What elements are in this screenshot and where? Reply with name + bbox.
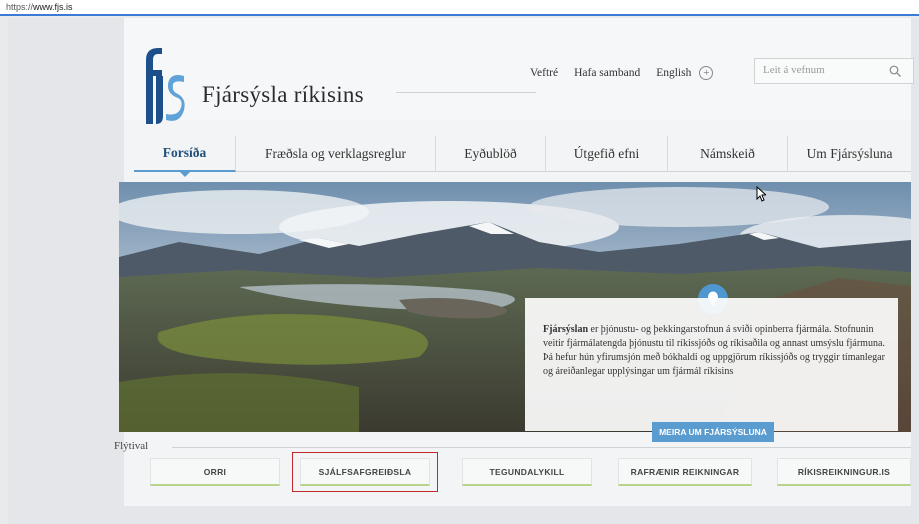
info-body: er þjónustu- og þekkingarstofnun á sviði… xyxy=(543,324,885,377)
search-icon[interactable] xyxy=(889,65,901,77)
url-prefix: https:// xyxy=(6,2,34,12)
main-nav: Forsíða Fræðsla og verklagsreglur Eyðubl… xyxy=(134,136,911,177)
address-bar[interactable]: https://www.fjs.is xyxy=(0,0,919,16)
header-divider xyxy=(396,92,536,93)
header: Fjársýsla ríkisins Veftré Hafa samband E… xyxy=(124,18,914,124)
url-domain: www.fjs.is xyxy=(33,2,73,12)
fjs-logo-icon[interactable] xyxy=(138,46,186,124)
nav-item-namskeid[interactable]: Námskeið xyxy=(668,136,788,172)
nav-item-utgefid-efni[interactable]: Útgefið efni xyxy=(546,136,668,172)
selection-highlight xyxy=(292,452,438,492)
nav-item-fraedsla[interactable]: Fræðsla og verklagsreglur xyxy=(236,136,436,172)
quick-button-rafraenir-reikningar[interactable]: RAFRÆNIR REIKNINGAR xyxy=(618,458,752,486)
quick-button-tegundalykill[interactable]: TEGUNDALYKILL xyxy=(462,458,592,486)
search-input[interactable]: Leit á vefnum xyxy=(754,58,914,84)
mouse-cursor-icon xyxy=(756,186,766,202)
quick-button-rikisreikningur[interactable]: RÍKISREIKNINGUR.IS xyxy=(777,458,911,486)
quick-button-orri[interactable]: ORRI xyxy=(150,458,280,486)
quick-links-divider xyxy=(172,447,911,448)
info-lead: Fjársýslan xyxy=(543,324,588,335)
nav-item-forsida[interactable]: Forsíða xyxy=(134,136,236,177)
top-links: Veftré Hafa samband English + xyxy=(530,66,729,80)
quick-links-label: Flýtival xyxy=(114,440,149,452)
search-placeholder: Leit á vefnum xyxy=(763,64,825,76)
nav-item-eydublod[interactable]: Eyðublöð xyxy=(436,136,546,172)
sitemap-link[interactable]: Veftré xyxy=(530,67,558,79)
site-name[interactable]: Fjársýsla ríkisins xyxy=(202,82,364,108)
globe-icon[interactable]: + xyxy=(699,66,714,80)
more-about-button[interactable]: MEIRA UM FJÁRSÝSLUNA xyxy=(652,422,774,442)
about-info-box: Fjársýslan er þjónustu- og þekkingarstof… xyxy=(525,298,898,431)
english-link[interactable]: English xyxy=(656,67,691,79)
contact-link[interactable]: Hafa samband xyxy=(574,67,640,79)
nav-item-um-fjarsysluna[interactable]: Um Fjársýsluna xyxy=(788,136,911,172)
